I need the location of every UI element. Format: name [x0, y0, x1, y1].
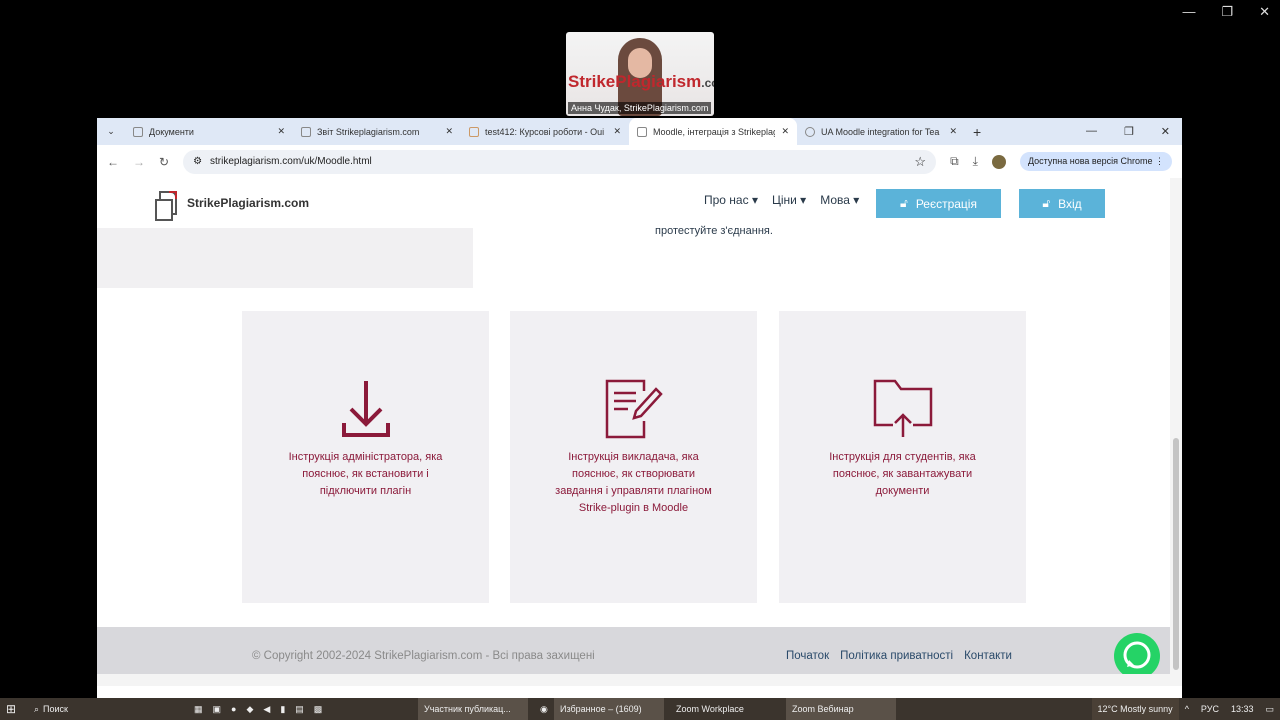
edit-document-icon: [605, 379, 663, 439]
whatsapp-icon: [1123, 641, 1151, 669]
favicon-icon: [301, 126, 311, 137]
footer-links: Початок Політика приватності Контакти: [786, 650, 1012, 662]
footer-link-home[interactable]: Початок: [786, 650, 829, 662]
nav-language[interactable]: Мова ▾: [820, 193, 859, 207]
tab-close-icon[interactable]: ✕: [613, 126, 621, 137]
taskbar-app-chrome[interactable]: Участник публикац...: [418, 698, 528, 720]
unlock-icon: 🔓︎: [1042, 196, 1051, 210]
logo-document-icon: [155, 191, 177, 221]
whatsapp-taskbar-icon[interactable]: ◉: [534, 698, 554, 720]
copyright-text: © Copyright 2002-2024 StrikePlagiarism.c…: [252, 650, 595, 662]
minimize-icon[interactable]: —: [1086, 125, 1097, 138]
tab[interactable]: Документи ✕: [125, 118, 293, 145]
forward-icon[interactable]: →: [133, 155, 145, 169]
tab-bar: ⌄ Документи ✕ Звіт Strikeplagiarism.com ✕ …: [97, 118, 1182, 145]
favicon-icon: [469, 126, 479, 137]
vertical-scrollbar[interactable]: [1170, 178, 1182, 686]
login-button[interactable]: 🔓︎ Вхід: [1019, 189, 1105, 218]
language-indicator[interactable]: РУС: [1195, 698, 1225, 720]
tab-close-icon[interactable]: ✕: [445, 126, 453, 137]
speaker-name: Анна Чудак, StrikePlagiarism.com: [568, 102, 712, 114]
nav-prices[interactable]: Ціни ▾: [772, 193, 806, 207]
whatsapp-button[interactable]: [1114, 633, 1160, 679]
restore-icon[interactable]: ❐: [1221, 4, 1233, 20]
pinned-apps[interactable]: ▦ ▣ ● ◆ ◀ ▮ ▤ ▩: [188, 698, 418, 720]
tab-search-chevron-icon[interactable]: ⌄: [97, 126, 125, 137]
windows-start-icon[interactable]: ⊞: [0, 698, 28, 720]
close-icon[interactable]: ✕: [1259, 4, 1270, 20]
taskbar-app-zoom-webinar[interactable]: Zoom Вебинар: [786, 698, 896, 720]
download-icon: [341, 381, 390, 437]
browser-window: ⌄ Документи ✕ Звіт Strikeplagiarism.com ✕ …: [97, 118, 1182, 698]
tray-chevron-icon[interactable]: ^: [1179, 698, 1195, 720]
chrome-update-button[interactable]: Доступна нова версія Chrome ⋮: [1019, 152, 1172, 171]
horizontal-scrollbar[interactable]: [97, 674, 1170, 686]
taskbar-search[interactable]: ⌕ Поиск: [28, 698, 188, 720]
tab[interactable]: test412: Курсові роботи - Oui ✕: [461, 118, 629, 145]
scrollbar-thumb[interactable]: [1173, 438, 1179, 670]
site-info-icon[interactable]: ⚙: [193, 156, 202, 167]
test-connection-text: протестуйте з'єднання.: [655, 225, 773, 237]
taskbar-app-zoom[interactable]: Zoom Workplace: [670, 698, 780, 720]
profile-avatar[interactable]: [991, 154, 1006, 169]
new-tab-icon[interactable]: +: [973, 124, 981, 140]
download-icon[interactable]: ⤓: [973, 154, 978, 169]
browser-toolbar: ← → ↻ ⚙ strikeplagiarism.com/uk/Moodle.html…: [97, 145, 1182, 178]
taskbar: ⊞ ⌕ Поиск ▦ ▣ ● ◆ ◀ ▮ ▤ ▩ Участник публикац... ◉…: [0, 698, 1280, 720]
web-page: StrikePlagiarism.com Про нас ▾ Ціни ▾ Мо…: [97, 178, 1170, 686]
window-controls: — ❐ ✕: [1182, 4, 1270, 20]
clock[interactable]: 13:33: [1225, 698, 1260, 720]
grey-panel: [97, 228, 473, 288]
student-instruction-card[interactable]: Інструкція для студентів, яка пояснює, я…: [779, 311, 1026, 603]
back-icon[interactable]: ←: [107, 155, 119, 169]
close-icon[interactable]: ✕: [1161, 125, 1170, 138]
footer-link-contacts[interactable]: Контакти: [964, 650, 1012, 662]
favicon-icon: [133, 126, 143, 137]
bookmark-star-icon[interactable]: ☆: [914, 154, 926, 170]
taskbar-app-chrome-2[interactable]: Избранное – (1609): [554, 698, 664, 720]
nav-about[interactable]: Про нас ▾: [704, 193, 758, 207]
minimize-icon[interactable]: —: [1182, 4, 1195, 20]
admin-instruction-card[interactable]: Інструкція адміністратора, яка пояснює, …: [242, 311, 489, 603]
video-logo: StrikePlagiarism.com: [568, 72, 714, 91]
teacher-instruction-card[interactable]: Інструкція викладача, яка пояснює, як ст…: [510, 311, 757, 603]
unlock-icon: 🔓︎: [900, 196, 908, 210]
zoom-video-thumbnail[interactable]: StrikePlagiarism.com Анна Чудак, StrikeP…: [566, 32, 714, 116]
site-header: StrikePlagiarism.com Про нас ▾ Ціни ▾ Мо…: [97, 178, 1170, 228]
address-bar[interactable]: ⚙ strikeplagiarism.com/uk/Moodle.html ☆: [183, 149, 937, 174]
register-button[interactable]: 🔓︎ Реєстрація: [876, 189, 1001, 218]
tab-close-icon[interactable]: ✕: [781, 126, 789, 137]
search-icon: ⌕: [34, 703, 40, 714]
tab-close-icon[interactable]: ✕: [949, 126, 957, 137]
globe-icon: [805, 126, 815, 137]
footer-link-privacy[interactable]: Політика приватності: [840, 650, 953, 662]
main-nav: Про нас ▾ Ціни ▾ Мова ▾: [704, 193, 859, 207]
weather-widget[interactable]: 12°C Mostly sunny: [1091, 698, 1179, 720]
tab[interactable]: UA Moodle integration for Tea ✕: [797, 118, 965, 145]
restore-icon[interactable]: ❐: [1124, 125, 1134, 138]
tab-active[interactable]: Moodle, інтеграція з Strikeplag ✕: [629, 118, 797, 145]
favicon-icon: [637, 126, 647, 137]
site-logo[interactable]: StrikePlagiarism.com: [155, 191, 309, 221]
tab[interactable]: Звіт Strikeplagiarism.com ✕: [293, 118, 461, 145]
tab-close-icon[interactable]: ✕: [277, 126, 285, 137]
notifications-icon[interactable]: ▭: [1259, 698, 1280, 720]
reload-icon[interactable]: ↻: [159, 155, 169, 169]
folder-upload-icon: [873, 379, 932, 437]
extensions-icon[interactable]: ⧉: [950, 154, 959, 169]
